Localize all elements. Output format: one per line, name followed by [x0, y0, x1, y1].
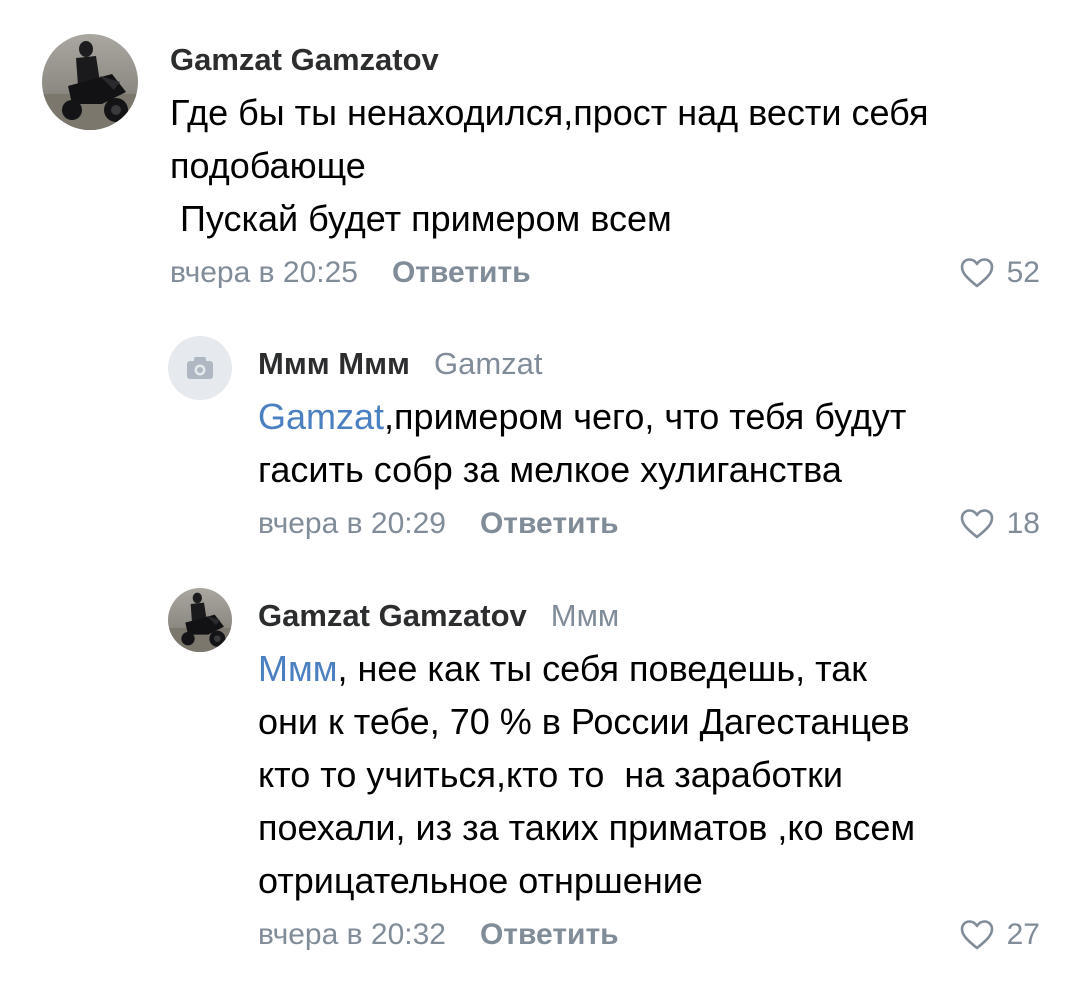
mention-link[interactable]: Ммм — [258, 648, 338, 689]
like-count: 18 — [1006, 507, 1040, 540]
text-line: поехали, из за таких приматов ,ко всем — [258, 807, 916, 848]
avatar[interactable] — [168, 588, 232, 652]
comment-text: Ммм, нее как ты себя поведешь, так они к… — [258, 642, 1040, 907]
like-button[interactable]: 18 — [959, 502, 1040, 546]
text-line: отрицательное отнршение — [258, 860, 703, 901]
camera-icon — [187, 357, 213, 379]
reply-button[interactable]: Ответить — [392, 256, 531, 290]
like-button[interactable]: 27 — [959, 913, 1040, 957]
timestamp: вчера в 20:29 — [258, 507, 446, 540]
comment-text: Где бы ты ненаходился,прост над вести се… — [170, 86, 1040, 245]
avatar-photo — [168, 588, 232, 652]
like-count: 27 — [1006, 918, 1040, 951]
text-line: кто то учиться,кто то на заработки — [258, 754, 844, 795]
text-line: Где бы ты ненаходился,прост над вести се… — [170, 92, 929, 133]
timestamp: вчера в 20:32 — [258, 918, 446, 951]
text-line: гасить собр за мелкое хулиганства — [258, 449, 842, 490]
author-name[interactable]: Ммм Ммм — [258, 346, 410, 382]
avatar[interactable] — [42, 34, 138, 130]
text-line: Пускай будет примером всем — [170, 198, 672, 239]
avatar-photo — [42, 34, 138, 130]
reply-to-name[interactable]: Gamzat — [434, 346, 543, 382]
reply-button[interactable]: Ответить — [480, 918, 619, 952]
reply-to-name[interactable]: Ммм — [551, 598, 619, 634]
reply-button[interactable]: Ответить — [480, 507, 619, 541]
avatar[interactable] — [168, 336, 232, 400]
text-line: , нее как ты себя поведешь, так — [337, 648, 868, 689]
like-count: 52 — [1006, 256, 1040, 289]
heart-outline-icon — [960, 920, 993, 950]
text-line: подобающе — [170, 145, 366, 186]
text-line: они к тебе, 70 % в России Дагестанцев — [258, 701, 910, 742]
heart-outline-icon — [960, 509, 993, 539]
heart-outline-icon — [960, 258, 993, 288]
comment-text: Gamzat,примером чего, что тебя будут гас… — [258, 390, 1040, 496]
author-name[interactable]: Gamzat Gamzatov — [170, 42, 439, 78]
like-button[interactable]: 52 — [959, 251, 1040, 295]
author-name[interactable]: Gamzat Gamzatov — [258, 598, 527, 634]
timestamp: вчера в 20:25 — [170, 256, 358, 289]
text-line: ,примером чего, что тебя будут — [384, 396, 907, 437]
mention-link[interactable]: Gamzat — [258, 396, 384, 437]
